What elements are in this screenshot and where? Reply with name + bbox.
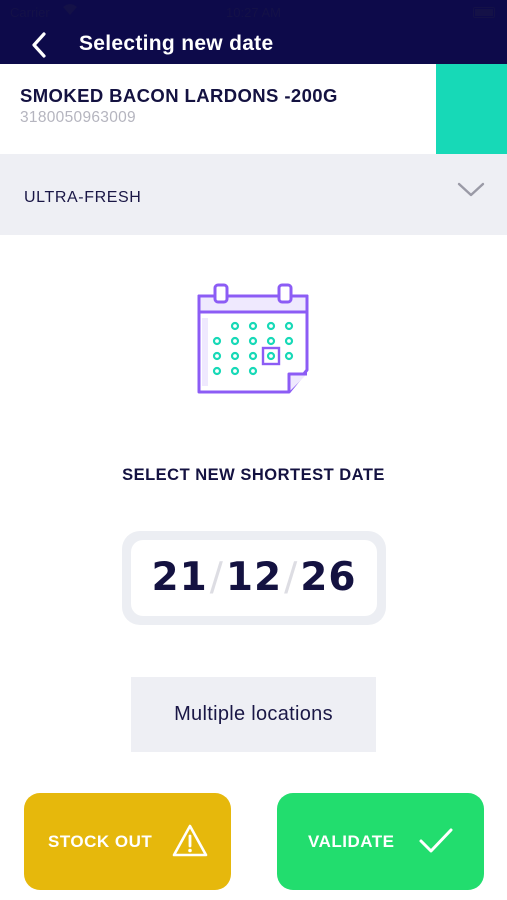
date-day[interactable]: 21 — [151, 555, 207, 600]
multiple-locations-label: Multiple locations — [174, 703, 333, 725]
instruction-heading: SELECT NEW SHORTEST DATE — [122, 466, 385, 484]
warning-icon — [172, 824, 208, 857]
chevron-down-icon[interactable] — [457, 182, 485, 198]
category-dropdown[interactable]: ULTRA-FRESH — [0, 154, 507, 235]
date-month[interactable]: 12 — [226, 555, 282, 600]
date-picker[interactable]: 21/12/26 — [122, 531, 386, 625]
product-barcode: 3180050963009 — [20, 109, 136, 126]
category-selected-value: ULTRA-FRESH — [24, 189, 142, 206]
product-card: SMOKED BACON LARDONS -200G 3180050963009 — [0, 64, 507, 154]
validate-label: VALIDATE — [308, 832, 395, 851]
multiple-locations-button[interactable]: Multiple locations — [131, 677, 376, 752]
date-separator: / — [209, 555, 224, 600]
validate-button[interactable]: VALIDATE — [277, 793, 484, 890]
page-title: Selecting new date — [79, 32, 274, 55]
status-time: 10:27 AM — [226, 5, 281, 20]
check-icon — [419, 828, 453, 853]
date-separator: / — [284, 555, 299, 600]
product-name: SMOKED BACON LARDONS -200G — [20, 85, 338, 106]
app-header: Carrier 10:27 AM Selecting new date — [0, 0, 507, 64]
battery-icon — [473, 7, 495, 18]
stock-out-button[interactable]: STOCK OUT — [24, 793, 231, 890]
chevron-left-icon — [32, 32, 46, 58]
product-accent-bar — [436, 64, 507, 154]
date-display[interactable]: 21/12/26 — [131, 540, 377, 616]
stock-out-label: STOCK OUT — [48, 832, 153, 851]
calendar-icon — [197, 283, 309, 394]
back-button[interactable] — [26, 30, 56, 60]
date-year[interactable]: 26 — [300, 555, 356, 600]
status-bar: Carrier 10:27 AM — [0, 0, 507, 26]
